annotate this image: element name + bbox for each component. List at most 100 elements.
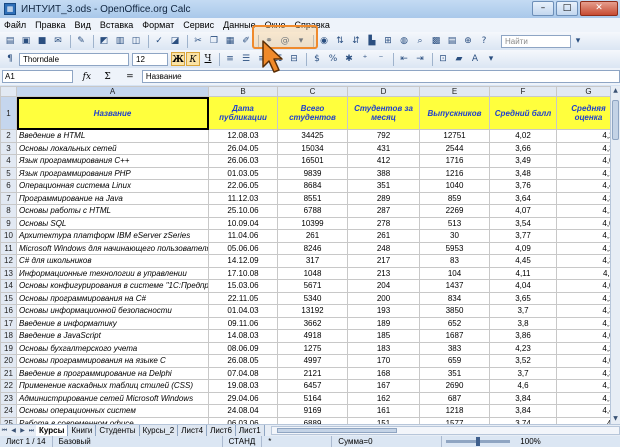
cell-total[interactable]: 2121	[277, 366, 348, 380]
header-cell-graduates[interactable]: Выпускников	[419, 96, 490, 130]
decrease-indent-icon[interactable]: ⇤	[397, 52, 411, 66]
cell-date[interactable]: 05.06.06	[208, 241, 278, 255]
cell-total[interactable]: 4918	[277, 329, 348, 343]
pivot-table-icon[interactable]: ⊞	[381, 34, 395, 48]
save-icon[interactable]: ■	[35, 34, 49, 48]
zoom-level[interactable]: 100%	[514, 436, 546, 447]
spellcheck-icon[interactable]: ✓	[152, 34, 166, 48]
export-pdf-icon[interactable]: ◩	[97, 34, 111, 48]
cell-avg-score[interactable]: 4,11	[489, 266, 557, 280]
cell-date[interactable]: 26.04.05	[208, 141, 278, 155]
cell-month[interactable]: 388	[347, 166, 420, 180]
cell-date[interactable]: 19.08.03	[208, 379, 278, 393]
cell-date[interactable]: 15.03.06	[208, 279, 278, 293]
cell-avg-grade[interactable]: 4,17	[556, 379, 610, 393]
cell-total[interactable]: 10399	[277, 216, 348, 230]
cell-total[interactable]: 317	[277, 254, 348, 268]
cell-avg-score[interactable]: 4,09	[489, 241, 557, 255]
cell-graduates[interactable]: 513	[419, 216, 490, 230]
row-header[interactable]: 4	[0, 154, 17, 168]
cell-month[interactable]: 193	[347, 304, 420, 318]
column-header-a[interactable]: A	[16, 86, 209, 97]
column-header-c[interactable]: C	[277, 86, 348, 97]
cell-avg-score[interactable]: 3,64	[489, 191, 557, 205]
cell-name[interactable]: Операционная система Linux	[16, 179, 209, 193]
cell-month[interactable]: 189	[347, 316, 420, 330]
cell-name[interactable]: Работа в современном офисе	[16, 416, 209, 424]
cell-month[interactable]: 287	[347, 204, 420, 218]
cell-month[interactable]: 412	[347, 154, 420, 168]
datasources-icon[interactable]: ▤	[445, 34, 459, 48]
cell-graduates[interactable]: 659	[419, 354, 490, 368]
cell-avg-score[interactable]: 4,45	[489, 254, 557, 268]
cell-total[interactable]: 9839	[277, 166, 348, 180]
cell-graduates[interactable]: 834	[419, 291, 490, 305]
bold-button[interactable]: Ж	[171, 52, 185, 66]
cell-avg-score[interactable]: 3,8	[489, 316, 557, 330]
cell-month[interactable]: 161	[347, 404, 420, 418]
cell-graduates[interactable]: 30	[419, 229, 490, 243]
cell-month[interactable]: 431	[347, 141, 420, 155]
cell-month[interactable]: 204	[347, 279, 420, 293]
column-header-b[interactable]: B	[208, 86, 278, 97]
horizontal-scrollbar[interactable]	[270, 426, 620, 435]
autospell-icon[interactable]: ◪	[168, 34, 182, 48]
cell-name[interactable]: Применение каскадных таблиц стилей (CSS)	[16, 379, 209, 393]
page-style[interactable]: Базовый	[53, 436, 223, 447]
row-header[interactable]: 18	[0, 329, 17, 343]
standard-format-icon[interactable]: ✱	[342, 52, 356, 66]
cell-name[interactable]: Основы конфигурирования в системе "1С:Пр…	[16, 279, 209, 293]
cell-total[interactable]: 1048	[277, 266, 348, 280]
cell-avg-grade[interactable]: 4,44	[556, 179, 610, 193]
cell-avg-grade[interactable]: 4,04	[556, 329, 610, 343]
cell-name[interactable]: Введение в программирование на Delphi	[16, 366, 209, 380]
row-header[interactable]: 14	[0, 279, 17, 293]
mail-icon[interactable]: ✉	[51, 34, 65, 48]
cell-avg-grade[interactable]: 4,21	[556, 241, 610, 255]
header-cell-name[interactable]: Название	[16, 96, 209, 130]
cell-date[interactable]: 14.12.09	[208, 254, 278, 268]
cell-date[interactable]: 09.11.06	[208, 316, 278, 330]
cell-avg-grade[interactable]: 4,25	[556, 129, 610, 143]
increase-indent-icon[interactable]: ⇥	[413, 52, 427, 66]
help-icon[interactable]: ?	[477, 34, 491, 48]
menu-edit[interactable]: Правка	[35, 20, 65, 30]
cell-name[interactable]: Основы программирования на языке C	[16, 354, 209, 368]
cell-avg-score[interactable]: 3,7	[489, 366, 557, 380]
cell-avg-grade[interactable]: 4,18	[556, 391, 610, 405]
chevron-down-icon[interactable]: ▾	[484, 52, 498, 66]
column-header-d[interactable]: D	[347, 86, 420, 97]
cell-total[interactable]: 1275	[277, 341, 348, 355]
cell-avg-score[interactable]: 3,52	[489, 354, 557, 368]
header-cell-avg-score[interactable]: Средний балл	[489, 96, 557, 130]
align-center-icon[interactable]: ☰	[239, 52, 253, 66]
cell-date[interactable]: 01.04.03	[208, 304, 278, 318]
cell-date[interactable]: 22.11.05	[208, 291, 278, 305]
cell-month[interactable]: 170	[347, 354, 420, 368]
edit-file-icon[interactable]: ✎	[74, 34, 88, 48]
cell-avg-score[interactable]: 3,54	[489, 216, 557, 230]
maximize-button[interactable]: □	[556, 1, 578, 16]
row-header[interactable]: 2	[0, 129, 17, 143]
cell-name[interactable]: Архитектура платформ IBM eServer zSeries	[16, 229, 209, 243]
cell-total[interactable]: 16501	[277, 154, 348, 168]
cell-date[interactable]: 11.12.03	[208, 191, 278, 205]
cell-avg-grade[interactable]: 4,16	[556, 204, 610, 218]
print-preview-icon[interactable]: ◫	[129, 34, 143, 48]
first-sheet-icon[interactable]: ⏮	[0, 426, 9, 436]
cell-name[interactable]: Введение в информатику	[16, 316, 209, 330]
cell-graduates[interactable]: 383	[419, 341, 490, 355]
scroll-down-icon[interactable]: ▼	[611, 414, 620, 424]
styles-icon[interactable]: ¶	[3, 52, 17, 66]
cell-graduates[interactable]: 5953	[419, 241, 490, 255]
header-cell-total[interactable]: Всего студентов	[277, 96, 348, 130]
cell-name[interactable]: Основы SQL	[16, 216, 209, 230]
cell-total[interactable]: 8551	[277, 191, 348, 205]
row-header[interactable]: 12	[0, 254, 17, 268]
underline-button[interactable]: Ч	[201, 52, 215, 66]
cell-avg-score[interactable]: 3,84	[489, 391, 557, 405]
cell-graduates[interactable]: 351	[419, 366, 490, 380]
menu-data[interactable]: Данные	[223, 20, 256, 30]
cell-graduates[interactable]: 687	[419, 391, 490, 405]
cell-graduates[interactable]: 104	[419, 266, 490, 280]
